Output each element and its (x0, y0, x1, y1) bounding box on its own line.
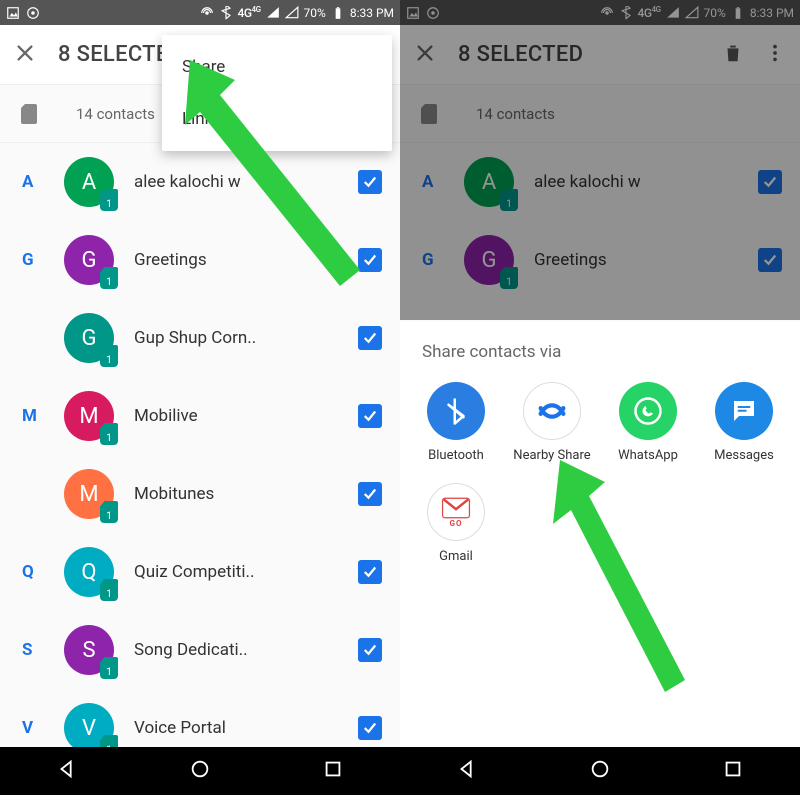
contact-name: Voice Portal (134, 718, 358, 738)
avatar: M1 (64, 391, 114, 441)
screen-right: 4G4G 70% 8:33 PM 8 SELECTED 14 contacts … (400, 0, 800, 795)
nearby-share-icon (523, 382, 581, 440)
battery-label: 70% (304, 6, 326, 20)
battery-icon (331, 6, 345, 20)
contact-row[interactable]: Q Q1 Quiz Competiti.. (0, 533, 400, 611)
bluetooth-icon (427, 382, 485, 440)
avatar: G1 (64, 313, 114, 363)
contact-name: Mobitunes (134, 484, 358, 504)
avatar: M1 (64, 469, 114, 519)
section-letter: A (22, 172, 64, 192)
avatar: A1 (64, 157, 114, 207)
picture-icon (6, 6, 20, 20)
share-label: Messages (714, 448, 774, 463)
avatar: S1 (64, 625, 114, 675)
gmail-icon: GO (427, 483, 485, 541)
sim-badge: 1 (100, 345, 118, 367)
nav-recent[interactable] (722, 758, 744, 784)
annotation-arrow (525, 450, 695, 710)
section-letter: V (22, 718, 64, 738)
contact-name: Mobilive (134, 406, 358, 426)
contact-name: Song Dedicati.. (134, 640, 358, 660)
nav-home[interactable] (589, 758, 611, 784)
checkbox[interactable] (358, 404, 382, 428)
contact-row[interactable]: G1 Gup Shup Corn.. (0, 299, 400, 377)
checkbox[interactable] (358, 716, 382, 740)
checkbox[interactable] (358, 638, 382, 662)
share-bluetooth[interactable]: Bluetooth (408, 376, 504, 477)
circle-dot-icon (26, 6, 40, 20)
section-letter: G (22, 250, 64, 270)
sim-badge: 1 (100, 423, 118, 445)
nav-bar (0, 747, 400, 795)
avatar: V1 (64, 703, 114, 753)
share-label: Gmail (439, 549, 473, 564)
share-gmail[interactable]: GO Gmail (408, 477, 504, 578)
sim-badge: 1 (100, 501, 118, 523)
contacts-count-label: 14 contacts (76, 105, 155, 123)
contact-name: Gup Shup Corn.. (134, 328, 358, 348)
signal-icon-2 (285, 6, 299, 20)
hotspot-icon (200, 6, 214, 20)
sim-badge: 1 (100, 267, 118, 289)
nav-back[interactable] (456, 758, 478, 784)
whatsapp-icon (619, 382, 677, 440)
nav-recent[interactable] (322, 758, 344, 784)
bluetooth-icon (219, 6, 233, 20)
share-label: Bluetooth (428, 448, 484, 463)
messages-icon (715, 382, 773, 440)
status-bar: 4G4G 70% 8:33 PM (0, 0, 400, 25)
close-button[interactable] (14, 42, 36, 68)
screen-left: 4G4G 70% 8:33 PM 8 SELECTED 14 contacts … (0, 0, 400, 795)
contact-row[interactable]: S S1 Song Dedicati.. (0, 611, 400, 689)
nav-bar (400, 747, 800, 795)
section-letter: S (22, 640, 64, 660)
nav-home[interactable] (189, 758, 211, 784)
nav-back[interactable] (56, 758, 78, 784)
avatar: G1 (64, 235, 114, 285)
checkbox[interactable] (358, 560, 382, 584)
avatar: Q1 (64, 547, 114, 597)
contact-row[interactable]: M M1 Mobilive (0, 377, 400, 455)
network-label: 4G (238, 6, 252, 20)
contact-row[interactable]: M1 Mobitunes (0, 455, 400, 533)
clock-label: 8:33 PM (350, 6, 394, 20)
sim-badge: 1 (100, 657, 118, 679)
checkbox[interactable] (358, 326, 382, 350)
sim-icon (18, 102, 42, 126)
sim-badge: 1 (100, 189, 118, 211)
signal-icon (266, 6, 280, 20)
share-sheet-title: Share contacts via (400, 322, 800, 376)
checkbox[interactable] (358, 482, 382, 506)
section-letter: M (22, 406, 64, 426)
contact-name: Quiz Competiti.. (134, 562, 358, 582)
sim-badge: 1 (100, 579, 118, 601)
share-messages[interactable]: Messages (696, 376, 792, 477)
section-letter: Q (22, 562, 64, 582)
annotation-arrow (160, 50, 370, 300)
share-scrim[interactable] (400, 0, 800, 320)
